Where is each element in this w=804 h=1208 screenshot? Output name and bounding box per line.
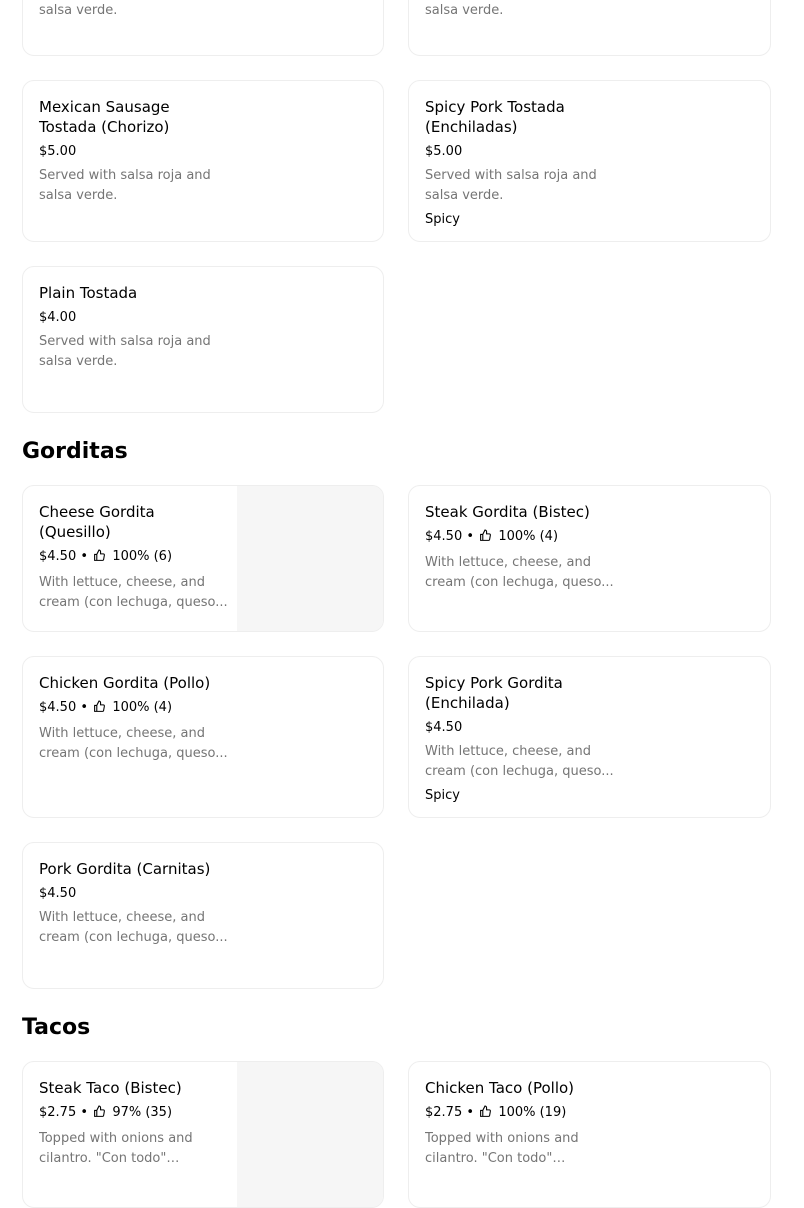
thumbs-up-icon — [479, 529, 492, 549]
item-description: salsa verde. — [425, 3, 504, 18]
item-description: Served with salsa roja and salsa verde. — [39, 334, 211, 369]
item-title: Chicken Gordita (Pollo) — [39, 674, 211, 692]
item-title: Plain Tostada — [39, 284, 138, 302]
item-price: $4.50 — [39, 700, 77, 715]
item-rating: 100% (6) — [112, 549, 173, 564]
menu-item-card[interactable]: Spicy Pork Tostada (Enchiladas) $5.00 Se… — [408, 80, 771, 242]
item-title: Spicy Pork Gordita (Enchilada) — [425, 674, 563, 712]
item-title: Pork Gordita (Carnitas) — [39, 860, 211, 878]
item-title: Steak Gordita (Bistec) — [425, 503, 590, 521]
item-price-rating: $4.50 • 100% (6) — [39, 547, 229, 569]
menu-item-card[interactable]: Chicken Gordita (Pollo) $4.50 • 100% (4)… — [22, 656, 384, 818]
item-description: Topped with onions and cilantro. "Con to… — [425, 1131, 579, 1166]
section-heading-gorditas: Gorditas — [22, 439, 128, 464]
item-rating: 97% (35) — [112, 1105, 173, 1120]
item-image — [237, 1062, 383, 1207]
item-price-rating: $4.50 • 100% (4) — [425, 527, 615, 549]
item-rating: 100% (4) — [498, 529, 559, 544]
thumbs-up-icon — [479, 1105, 492, 1125]
item-title: Spicy Pork Tostada (Enchiladas) — [425, 98, 565, 136]
thumbs-up-icon — [93, 549, 106, 569]
separator: • — [80, 549, 89, 564]
item-image — [237, 486, 383, 631]
item-price-rating: $2.75 • 97% (35) — [39, 1103, 229, 1125]
item-price: $4.50 — [39, 886, 77, 901]
menu-item-card[interactable]: Mexican Sausage Tostada (Chorizo) $5.00 … — [22, 80, 384, 242]
menu-item-card[interactable]: Spicy Pork Gordita (Enchilada) $4.50 Wit… — [408, 656, 771, 818]
menu-item-card[interactable]: Chicken Taco (Pollo) $2.75 • 100% (19) T… — [408, 1061, 771, 1208]
item-price: $4.50 — [39, 549, 77, 564]
separator: • — [466, 1105, 475, 1120]
item-title: Cheese Gordita (Quesillo) — [39, 503, 155, 541]
item-rating: 100% (4) — [112, 700, 173, 715]
item-description: Topped with onions and cilantro. "Con to… — [39, 1131, 193, 1166]
item-title: Mexican Sausage Tostada (Chorizo) — [39, 98, 170, 136]
item-price: $4.50 — [425, 720, 463, 735]
menu-item-card[interactable]: Pork Gordita (Carnitas) $4.50 With lettu… — [22, 842, 384, 989]
item-price: $2.75 — [39, 1105, 77, 1120]
menu-item-card[interactable]: salsa verde. — [408, 0, 771, 56]
item-description: With lettuce, cheese, and cream (con lec… — [39, 910, 228, 945]
spicy-tag: Spicy — [425, 212, 460, 227]
item-description: With lettuce, cheese, and cream (con lec… — [39, 726, 228, 761]
spicy-tag: Spicy — [425, 788, 460, 803]
menu-item-card[interactable]: Steak Gordita (Bistec) $4.50 • 100% (4) … — [408, 485, 771, 632]
item-price-rating: $2.75 • 100% (19) — [425, 1103, 615, 1125]
separator: • — [80, 700, 89, 715]
item-description: Served with salsa roja and salsa verde. — [39, 168, 211, 203]
item-description: With lettuce, cheese, and cream (con lec… — [425, 555, 614, 590]
item-price: $4.00 — [39, 310, 77, 325]
menu-item-card[interactable]: Plain Tostada $4.00 Served with salsa ro… — [22, 266, 384, 413]
separator: • — [466, 529, 475, 544]
item-price: $5.00 — [39, 144, 77, 159]
item-description: With lettuce, cheese, and cream (con lec… — [39, 575, 228, 610]
item-price: $5.00 — [425, 144, 463, 159]
item-price: $4.50 — [425, 529, 463, 544]
item-description: With lettuce, cheese, and cream (con lec… — [425, 744, 614, 779]
menu-item-card[interactable]: salsa verde. — [22, 0, 384, 56]
item-title: Steak Taco (Bistec) — [39, 1079, 182, 1097]
separator: • — [80, 1105, 89, 1120]
thumbs-up-icon — [93, 1105, 106, 1125]
item-description: Served with salsa roja and salsa verde. — [425, 168, 597, 203]
menu-item-card[interactable]: Cheese Gordita (Quesillo) $4.50 • 100% (… — [22, 485, 384, 632]
item-rating: 100% (19) — [498, 1105, 567, 1120]
item-price: $2.75 — [425, 1105, 463, 1120]
thumbs-up-icon — [93, 700, 106, 720]
section-heading-tacos: Tacos — [22, 1015, 91, 1040]
item-title: Chicken Taco (Pollo) — [425, 1079, 575, 1097]
item-price-rating: $4.50 • 100% (4) — [39, 698, 239, 720]
item-description: salsa verde. — [39, 3, 118, 18]
menu-item-card[interactable]: Steak Taco (Bistec) $2.75 • 97% (35) Top… — [22, 1061, 384, 1208]
